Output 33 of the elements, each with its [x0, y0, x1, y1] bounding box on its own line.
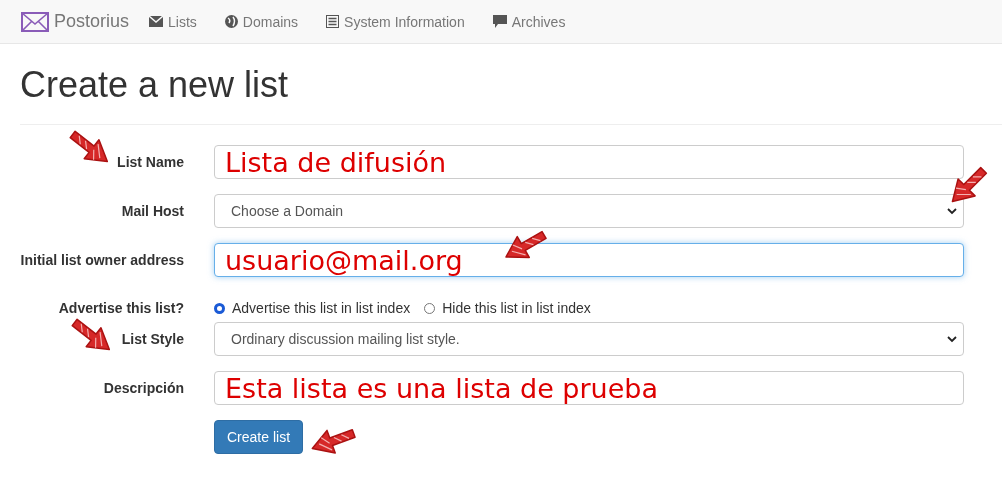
arrow-annotation — [951, 166, 988, 203]
field-label: List Style — [120, 331, 184, 347]
field-label: List Name — [116, 154, 184, 170]
field-label: Advertise this list? — [57, 300, 184, 316]
text-field[interactable]: Esta lista es una lista de prueba — [214, 371, 964, 405]
create-list-button[interactable]: Create list — [214, 420, 304, 454]
speech-bubble-icon — [492, 15, 507, 28]
field-label: Initial list owner address — [20, 252, 184, 268]
page-title: Create a new list — [20, 64, 290, 106]
nav-link[interactable]: System Information — [326, 13, 465, 30]
envelope-logo-icon[interactable] — [20, 9, 50, 34]
radio-label[interactable]: Hide this list in list index — [442, 300, 591, 316]
globe-icon — [224, 15, 238, 28]
nav-link[interactable]: Lists — [149, 13, 197, 30]
text-field[interactable]: Lista de difusión — [214, 145, 964, 179]
dropdown[interactable]: Choose a Domain — [214, 194, 964, 228]
arrow-annotation — [71, 318, 111, 351]
field-label: Mail Host — [120, 203, 184, 219]
radio-button[interactable] — [214, 302, 225, 314]
arrow-annotation — [311, 428, 356, 454]
arrow-annotation — [69, 130, 109, 163]
nav-link[interactable]: Domains — [224, 13, 299, 30]
dropdown[interactable]: Ordinary discussion mailing list style. — [214, 322, 964, 356]
brand-name[interactable]: Postorius — [54, 11, 130, 32]
list-icon — [326, 15, 340, 28]
text-field[interactable]: usuario@mail.org — [214, 243, 964, 277]
chevron-down-icon — [947, 335, 957, 343]
radio-label[interactable]: Advertise this list in list index — [232, 300, 411, 316]
chevron-down-icon — [947, 207, 957, 215]
nav-link[interactable]: Archives — [492, 13, 566, 30]
arrow-annotation — [505, 230, 547, 259]
envelope-icon — [149, 16, 164, 27]
field-label: Descripción — [102, 380, 184, 396]
